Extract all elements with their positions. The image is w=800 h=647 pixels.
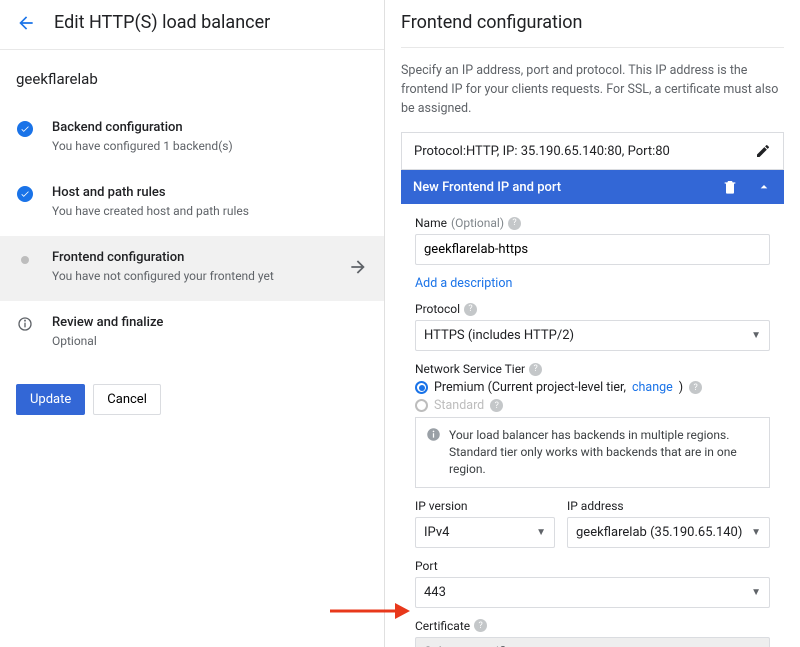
- edit-icon[interactable]: [755, 143, 771, 159]
- ipversion-label: IP version: [415, 499, 555, 513]
- update-button[interactable]: Update: [16, 384, 85, 415]
- name-label: Name (Optional) ?: [415, 216, 770, 230]
- step-backend[interactable]: Backend configuration You have configure…: [0, 106, 384, 171]
- info-icon: [426, 427, 441, 477]
- step-subtitle: You have created host and path rules: [52, 204, 368, 218]
- bullet-icon: [16, 251, 34, 264]
- section-title: Frontend configuration: [401, 12, 784, 48]
- step-frontend[interactable]: Frontend configuration You have not conf…: [0, 236, 384, 301]
- certificate-select[interactable]: Select a certificate▼: [415, 637, 770, 647]
- chevron-right-icon: [348, 257, 368, 277]
- annotation-arrow-icon: [330, 599, 410, 623]
- check-icon: [16, 186, 34, 202]
- step-subtitle: Optional: [52, 334, 368, 348]
- step-title: Backend configuration: [52, 120, 368, 135]
- name-input[interactable]: [415, 234, 770, 265]
- delete-icon[interactable]: [722, 179, 738, 195]
- new-frontend-header[interactable]: New Frontend IP and port: [401, 170, 784, 204]
- check-icon: [16, 121, 34, 137]
- port-label: Port: [415, 559, 770, 573]
- ipaddress-label: IP address: [567, 499, 770, 513]
- cancel-button[interactable]: Cancel: [93, 384, 161, 415]
- step-title: Host and path rules: [52, 185, 368, 200]
- tier-info-box: Your load balancer has backends in multi…: [415, 417, 770, 487]
- help-icon[interactable]: ?: [490, 399, 503, 412]
- chevron-up-icon[interactable]: [756, 179, 772, 195]
- step-hostpath[interactable]: Host and path rules You have created hos…: [0, 171, 384, 236]
- ipversion-select[interactable]: IPv4▼: [415, 517, 555, 548]
- ipaddress-select[interactable]: geekflarelab (35.190.65.140)▼: [567, 517, 770, 548]
- step-subtitle: You have not configured your frontend ye…: [52, 269, 348, 283]
- protocol-label: Protocol ?: [415, 302, 770, 316]
- section-description: Specify an IP address, port and protocol…: [401, 62, 784, 118]
- step-review[interactable]: Review and finalize Optional: [0, 301, 384, 366]
- new-frontend-title: New Frontend IP and port: [413, 180, 561, 195]
- help-icon[interactable]: ?: [464, 303, 477, 316]
- protocol-select[interactable]: HTTPS (includes HTTP/2)▼: [415, 320, 770, 351]
- project-name: geekflarelab: [0, 50, 384, 106]
- tier-label: Network Service Tier ?: [415, 362, 770, 376]
- tier-change-link[interactable]: change: [632, 380, 673, 395]
- tier-standard-radio: Standard ?: [415, 398, 770, 413]
- port-select[interactable]: 443▼: [415, 577, 770, 608]
- certificate-label: Certificate ?: [415, 619, 770, 633]
- existing-frontend-text: Protocol:HTTP, IP: 35.190.65.140:80, Por…: [414, 144, 670, 159]
- step-title: Review and finalize: [52, 315, 368, 330]
- help-icon[interactable]: ?: [529, 363, 542, 376]
- step-subtitle: You have configured 1 backend(s): [52, 139, 368, 153]
- tier-premium-radio[interactable]: Premium (Current project-level tier, cha…: [415, 380, 770, 395]
- help-icon[interactable]: ?: [508, 217, 521, 230]
- step-title: Frontend configuration: [52, 250, 348, 265]
- page-title: Edit HTTP(S) load balancer: [54, 12, 270, 33]
- info-icon: [16, 316, 34, 332]
- add-description-link[interactable]: Add a description: [415, 276, 512, 291]
- existing-frontend-row[interactable]: Protocol:HTTP, IP: 35.190.65.140:80, Por…: [401, 132, 784, 170]
- back-arrow-icon[interactable]: [16, 13, 36, 33]
- help-icon[interactable]: ?: [689, 381, 702, 394]
- help-icon[interactable]: ?: [474, 619, 487, 632]
